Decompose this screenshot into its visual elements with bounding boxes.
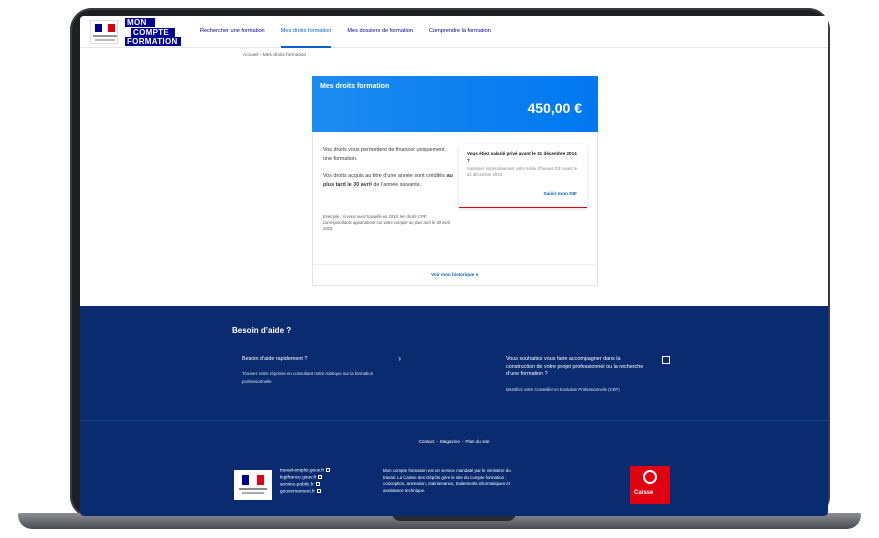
footer-rf-text-2	[242, 492, 264, 494]
mon-compte-formation-logo[interactable]: MON COMPTE FORMATION	[125, 18, 181, 46]
voir-historique-link[interactable]: Voir mon historique ∨	[313, 272, 597, 278]
external-link-icon	[315, 481, 320, 486]
rf-logo-text	[93, 35, 117, 37]
credit-text-start: Vos droits acquis au titre d’une année s…	[323, 173, 447, 179]
rights-credit-text: Vos droits acquis au titre d’une année s…	[323, 172, 455, 189]
external-link-icon	[318, 474, 323, 479]
nav-mes-dossiers-formation[interactable]: Mes dossiers de formation	[347, 16, 413, 48]
help-card-cep-desc: Identifiez votre Conseiller en Evolution…	[506, 387, 620, 392]
credit-text-end: de l’année suivante.	[371, 181, 422, 188]
footer-link-magazine[interactable]: Magazine	[440, 439, 460, 444]
gov-link-legifrance[interactable]: legifrance.gouv.fr	[280, 474, 330, 482]
gov-links: travail-emploi.gouv.fr legifrance.gouv.f…	[280, 468, 331, 496]
help-title: Besoin d’aide ?	[232, 326, 292, 335]
gov-link-travail-emploi[interactable]: travail-emploi.gouv.fr	[280, 468, 331, 475]
breadcrumb[interactable]: Accueil › Mes droits formation	[243, 53, 306, 58]
saisir-dif-link[interactable]: Saisir mon DIF	[543, 192, 577, 197]
gov-link-label: travail-emploi.gouv.fr	[280, 468, 325, 474]
footer-republique-francaise-logo	[234, 470, 272, 500]
french-flag-icon	[242, 475, 264, 485]
main-nav: Rechercher une formation Mes droits form…	[200, 16, 507, 48]
cdc-logo-text: Caisse	[634, 490, 654, 496]
footer-separator: -	[461, 439, 464, 444]
external-link-icon	[326, 468, 331, 472]
external-link-icon	[316, 488, 321, 493]
republique-francaise-logo[interactable]	[90, 20, 118, 44]
rights-card-body: Vos droits vous permettent de financer u…	[312, 132, 598, 286]
rights-card-header: Mes droits formation 450,00 €	[312, 76, 598, 132]
caisse-des-depots-logo[interactable]: Caisse	[630, 466, 670, 504]
dif-box: Vous étiez salarié privé avant le 31 déc…	[459, 144, 587, 208]
chevron-right-icon: ›	[398, 354, 401, 363]
nav-mes-droits-formation[interactable]: Mes droits formation	[280, 16, 332, 48]
help-card-rapide[interactable]: Besoin d’aide rapidement ? Trouvez votre…	[232, 346, 407, 402]
rights-title: Mes droits formation	[320, 83, 390, 90]
nav-comprendre-formation[interactable]: Comprendre la formation	[429, 16, 491, 48]
help-card-cep-title: Vous souhaitez vous faire accompagner da…	[506, 356, 644, 378]
rf-logo-text-2	[95, 39, 115, 41]
help-section: Besoin d’aide ? Besoin d’aide rapidement…	[80, 306, 828, 434]
cdc-circle-icon	[643, 470, 657, 484]
rights-info-text: Vos droits vous permettent de financer u…	[323, 147, 445, 162]
dif-title: Vous étiez salarié privé avant le 31 déc…	[467, 151, 577, 163]
gov-link-label: legifrance.gouv.fr	[280, 475, 317, 481]
site-footer: Contact - Magazine - Plan du site travail-em…	[80, 434, 828, 516]
gov-link-service-public[interactable]: service-public.fr	[280, 481, 330, 489]
laptop-screen: MON COMPTE FORMATION Rechercher une form…	[80, 16, 828, 516]
footer-link-contact[interactable]: Contact	[419, 439, 435, 444]
footer-separator: -	[436, 439, 438, 444]
footer-description: Mon compte formation est un service mand…	[383, 468, 511, 493]
dif-description: Saisissez impérativement votre solde d’h…	[467, 166, 578, 178]
gov-link-gouvernement[interactable]: gouvernement.fr	[280, 488, 330, 496]
help-card-cep[interactable]: Vous souhaitez vous faire accompagner da…	[498, 346, 676, 402]
site-header: MON COMPTE FORMATION Rechercher une form…	[80, 16, 828, 48]
nav-rechercher-formation[interactable]: Rechercher une formation	[200, 16, 265, 48]
help-card-rapide-desc: Trouvez votre réponse en consultant notr…	[242, 371, 374, 384]
rights-amount: 450,00 €	[527, 100, 583, 116]
gov-link-label: service-public.fr	[280, 481, 314, 487]
help-card-rapide-title: Besoin d’aide rapidement ?	[242, 356, 308, 362]
help-divider	[80, 420, 828, 421]
logo-line-formation: FORMATION	[125, 37, 181, 46]
card-divider	[313, 264, 597, 265]
footer-rf-text	[239, 488, 267, 490]
footer-link-plan-du-site[interactable]: Plan du site	[465, 439, 489, 444]
footer-links: Contact - Magazine - Plan du site	[80, 439, 828, 444]
external-link-icon	[662, 356, 670, 364]
french-flag-icon	[95, 24, 116, 32]
logo-line-compte: COMPTE	[131, 27, 175, 37]
gov-link-label: gouvernement.fr	[280, 488, 315, 494]
rights-example-text: Exemple : si vous avez travaillé en 2019…	[323, 214, 450, 231]
logo-line-mon: MON	[125, 18, 155, 27]
